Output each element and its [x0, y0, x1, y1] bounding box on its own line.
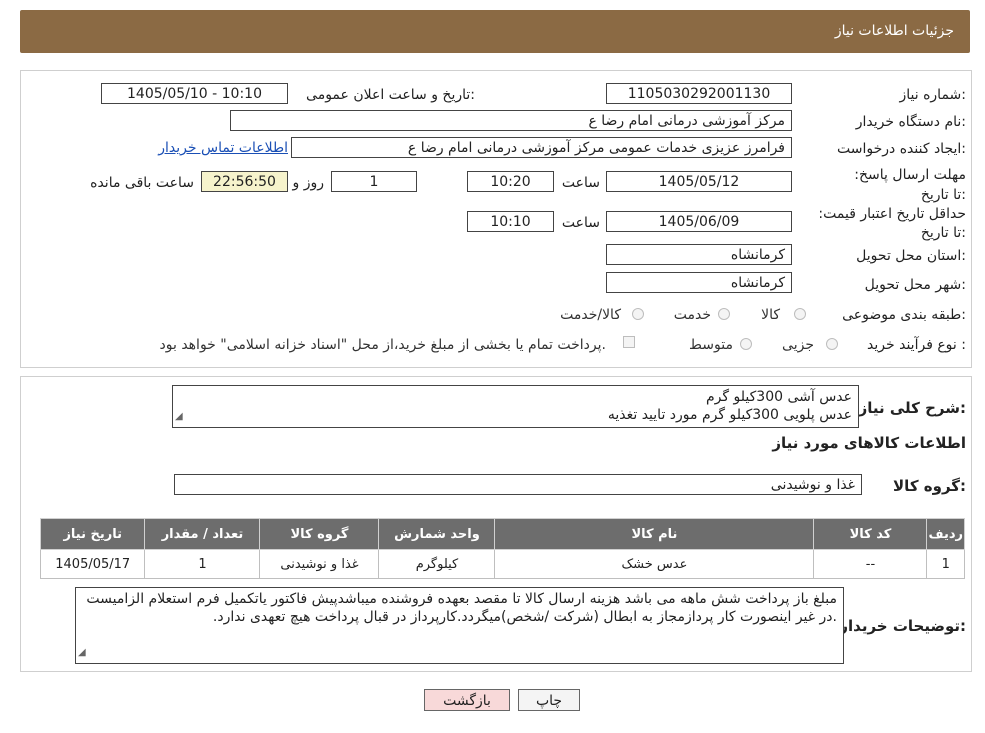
- col-code: کد کالا: [813, 518, 928, 550]
- province-field: کرمانشاه: [606, 244, 792, 265]
- cell-row: 1: [926, 549, 965, 579]
- creator-field: فرامرز عزیزی خدمات عمومی مرکز آموزشی درم…: [291, 137, 792, 158]
- col-row: ردیف: [926, 518, 965, 550]
- deadline-time-label: ساعت: [561, 175, 600, 191]
- process-medium-radio[interactable]: [740, 338, 752, 350]
- city-field: کرمانشاه: [606, 272, 792, 293]
- validity-label: حداقل تاریخ اعتبار قیمت: تا تاریخ:: [818, 206, 966, 241]
- province-label: استان محل تحویل:: [856, 248, 966, 264]
- cell-need-date: 1405/05/17: [39, 549, 146, 579]
- process-label: نوع فرآیند خرید :: [867, 337, 966, 353]
- cell-group: غذا و نوشیدنی: [259, 549, 380, 579]
- need-number-field: 1105030292001130: [606, 83, 792, 104]
- validity-time-label: ساعت: [561, 215, 600, 231]
- process-medium-label: متوسط: [689, 337, 733, 353]
- validity-date-field: 1405/06/09: [606, 211, 792, 232]
- summary-line-2: عدس پلویی 300کیلو گرم مورد تایید تغذیه: [607, 407, 852, 423]
- back-button[interactable]: بازگشت: [424, 689, 510, 711]
- resize-grip-icon[interactable]: ◢: [78, 644, 86, 662]
- buyer-notes-text: مبلغ باز پرداخت شش ماهه می باشد هزینه ار…: [86, 591, 837, 625]
- deadline-time-field: 10:20: [467, 171, 554, 192]
- cell-code: --: [813, 549, 928, 579]
- goods-info-title: اطلاعات کالاهای مورد نیاز: [772, 434, 966, 452]
- remaining-label: ساعت باقی مانده: [90, 175, 194, 191]
- remaining-time-field: 22:56:50: [201, 171, 288, 192]
- days-field: 1: [331, 171, 417, 192]
- buyer-label: نام دستگاه خریدار:: [855, 114, 966, 130]
- category-service-radio[interactable]: [718, 308, 730, 320]
- table-header-row: ردیف کد کالا نام کالا واحد شمارش گروه کا…: [39, 518, 965, 550]
- validity-time-field: 10:10: [467, 211, 554, 232]
- cell-name: عدس خشک: [494, 549, 815, 579]
- category-both-label: کالا/خدمت: [560, 307, 621, 323]
- announce-field: 1405/05/10 - 10:10: [101, 83, 288, 104]
- category-goods-label: کالا: [761, 307, 780, 323]
- need-number-label: شماره نیاز:: [899, 87, 966, 103]
- announce-label: تاریخ و ساعت اعلان عمومی:: [306, 87, 475, 103]
- category-label: طبقه بندی موضوعی:: [842, 307, 966, 323]
- goods-group-field: غذا و نوشیدنی: [174, 474, 862, 495]
- cell-unit: کیلوگرم: [378, 549, 496, 579]
- summary-label: شرح کلی نیاز:: [858, 399, 966, 417]
- deadline-date-field: 1405/05/12: [606, 171, 792, 192]
- col-need-date: تاریخ نیاز: [39, 518, 146, 550]
- col-name: نام کالا: [494, 518, 815, 550]
- cell-quantity: 1: [144, 549, 261, 579]
- buyer-notes-textarea[interactable]: مبلغ باز پرداخت شش ماهه می باشد هزینه ار…: [75, 587, 844, 664]
- col-quantity: تعداد / مقدار: [144, 518, 261, 550]
- buyer-contact-link[interactable]: اطلاعات تماس خریدار: [158, 140, 288, 156]
- print-button[interactable]: چاپ: [518, 689, 580, 711]
- col-group: گروه کالا: [259, 518, 380, 550]
- summary-line-1: عدس آشی 300کیلو گرم: [706, 389, 852, 405]
- process-minor-radio[interactable]: [826, 338, 838, 350]
- page-title: جزئیات اطلاعات نیاز: [834, 23, 954, 39]
- category-both-radio[interactable]: [632, 308, 644, 320]
- process-minor-label: جزیی: [782, 337, 814, 353]
- category-goods-radio[interactable]: [794, 308, 806, 320]
- goods-table: ردیف کد کالا نام کالا واحد شمارش گروه کا…: [39, 518, 965, 579]
- buyer-field: مرکز آموزشی درمانی امام رضا ع: [230, 110, 792, 131]
- treasury-payment-note: پرداخت تمام یا بخشی از مبلغ خرید،از محل …: [159, 337, 606, 353]
- col-unit: واحد شمارش: [378, 518, 496, 550]
- page-header: جزئیات اطلاعات نیاز: [20, 10, 970, 53]
- deadline-label: مهلت ارسال پاسخ: تا تاریخ:: [854, 167, 966, 203]
- table-row: 1 -- عدس خشک کیلوگرم غذا و نوشیدنی 1 140…: [39, 549, 965, 579]
- creator-label: ایجاد کننده درخواست:: [837, 141, 966, 157]
- resize-grip-icon[interactable]: ◢: [175, 408, 183, 426]
- goods-group-label: گروه کالا:: [893, 477, 966, 495]
- city-label: شهر محل تحویل:: [864, 277, 966, 293]
- category-service-label: خدمت: [673, 307, 711, 323]
- buyer-notes-label: توضیحات خریدار:: [839, 617, 966, 635]
- summary-textarea[interactable]: عدس آشی 300کیلو گرم عدس پلویی 300کیلو گر…: [172, 385, 859, 428]
- days-label: روز و: [292, 175, 325, 191]
- treasury-payment-checkbox[interactable]: [623, 336, 635, 348]
